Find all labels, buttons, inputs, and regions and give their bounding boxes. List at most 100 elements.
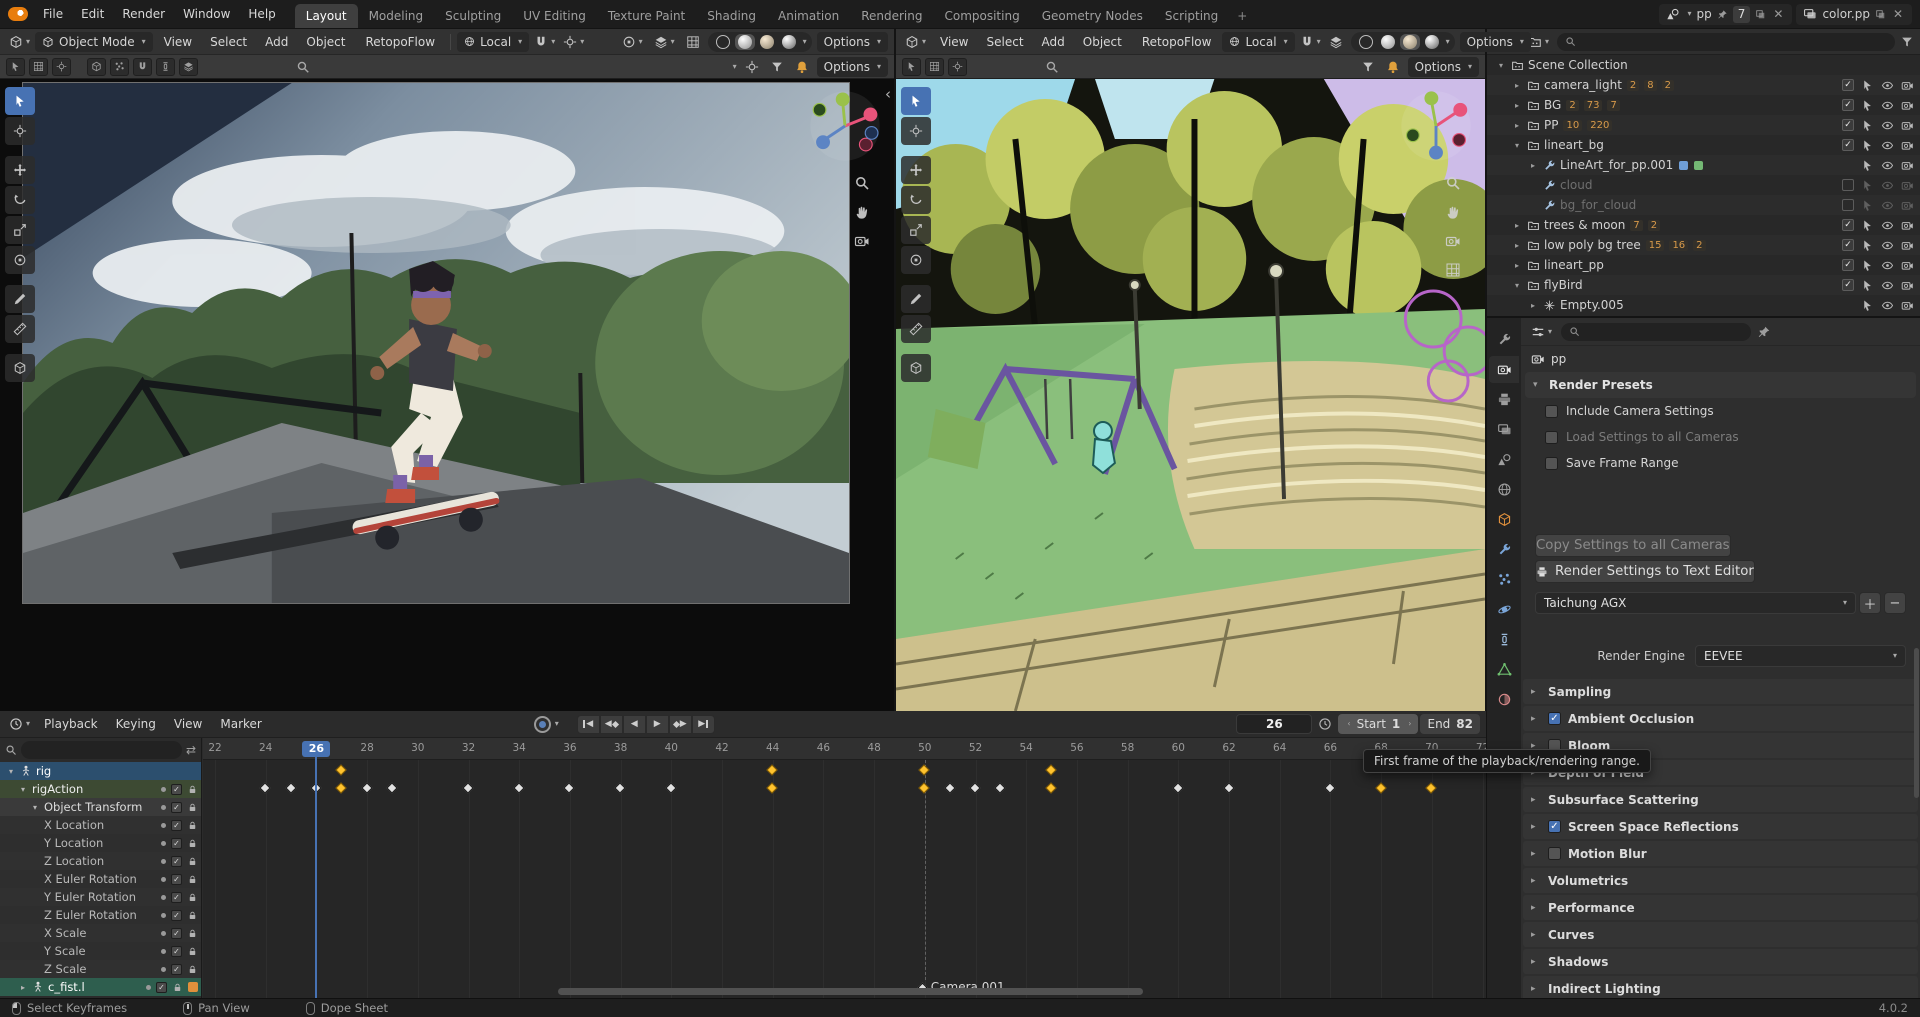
tool-move-button[interactable]: [5, 156, 35, 184]
selectable-icon[interactable]: [1861, 299, 1874, 312]
zoom-icon[interactable]: [854, 175, 870, 191]
exclude-checkbox[interactable]: ✓: [1842, 219, 1854, 231]
channel-enable-checkbox[interactable]: ✓: [171, 784, 182, 795]
search-icon[interactable]: [1045, 60, 1059, 74]
menu-window[interactable]: Window: [174, 0, 239, 28]
workspace-tab-shading[interactable]: Shading: [696, 4, 767, 28]
channel-z-location[interactable]: Z Location✓: [0, 852, 201, 870]
expand-icon[interactable]: ▸: [1511, 241, 1523, 250]
exclude-checkbox[interactable]: ✓: [1842, 279, 1854, 291]
hide-eye-icon[interactable]: [1881, 199, 1894, 212]
blender-logo-icon[interactable]: [8, 7, 28, 21]
remove-preset-button[interactable]: −: [1884, 592, 1906, 614]
overlays-toggle[interactable]: ▾: [651, 32, 678, 52]
keyframe[interactable]: [767, 764, 778, 775]
pan-hand-icon[interactable]: [1445, 204, 1461, 220]
selectable-icon[interactable]: [1861, 199, 1874, 212]
outliner-row-trees-moon[interactable]: ▸trees & moon72✓: [1487, 215, 1920, 235]
lock-icon[interactable]: [187, 964, 198, 975]
new-view-layer-icon[interactable]: [1875, 9, 1886, 20]
keyframe[interactable]: [1223, 782, 1234, 793]
channel-visibility-dot[interactable]: [161, 787, 166, 792]
lock-icon[interactable]: [172, 982, 183, 993]
properties-tab-render[interactable]: [1489, 356, 1519, 383]
hide-eye-icon[interactable]: [1881, 99, 1894, 112]
outliner-row-cloud[interactable]: cloud: [1487, 175, 1920, 195]
tool-annotate-button[interactable]: [5, 285, 35, 313]
scrollbar[interactable]: [1914, 648, 1919, 798]
scene-selector[interactable]: ▾ pp 7 ✕: [1659, 4, 1792, 25]
channel-enable-checkbox[interactable]: ✓: [171, 820, 182, 831]
keyframe[interactable]: [564, 782, 575, 793]
menu-help[interactable]: Help: [239, 0, 284, 28]
channel-rig[interactable]: ▾rig: [0, 762, 201, 780]
outliner-search-input[interactable]: [1557, 33, 1895, 51]
properties-tab-view-layer[interactable]: [1489, 416, 1519, 443]
workspace-tab-geometry-nodes[interactable]: Geometry Nodes: [1031, 4, 1154, 28]
keying-set-dropdown[interactable]: ▾: [555, 720, 559, 728]
lock-icon[interactable]: [187, 892, 198, 903]
outliner-row-lineart-for-pp-001[interactable]: ▸LineArt_for_pp.001: [1487, 155, 1920, 175]
vertex-mask-toggle[interactable]: [110, 58, 129, 76]
selectable-icon[interactable]: [1861, 99, 1874, 112]
increment-arrow-icon[interactable]: ›: [1408, 720, 1411, 728]
horizontal-scrollbar[interactable]: [558, 988, 1143, 995]
channel-c-fist-l[interactable]: ▸c_fist.l✓: [0, 978, 201, 996]
expand-icon[interactable]: ▸: [1511, 121, 1523, 130]
shading-solid-button[interactable]: [1378, 34, 1398, 50]
keyframe-area[interactable]: 2224262830323436384042444648505254565860…: [203, 738, 1486, 998]
menu-keying[interactable]: Keying: [107, 710, 165, 738]
properties-tab-world[interactable]: [1489, 476, 1519, 503]
keyframe[interactable]: [919, 764, 930, 775]
selectable-icon[interactable]: [1861, 239, 1874, 252]
channel-enable-checkbox[interactable]: ✓: [171, 964, 182, 975]
keyframe[interactable]: [1375, 782, 1386, 793]
keyframe[interactable]: [260, 782, 271, 793]
keyframe[interactable]: [1045, 782, 1056, 793]
channel-y-scale[interactable]: Y Scale✓: [0, 942, 201, 960]
viewport-canvas-left[interactable]: ‹: [0, 79, 894, 711]
tool-annotate-button[interactable]: [901, 285, 931, 313]
add-workspace-button[interactable]: +: [1229, 4, 1255, 28]
lock-icon[interactable]: [187, 856, 198, 867]
transform-orientation-dropdown[interactable]: Local▾: [1222, 32, 1294, 52]
checkbox[interactable]: [1545, 457, 1558, 470]
frame-end-field[interactable]: End 82: [1420, 714, 1480, 734]
lock-icon[interactable]: [187, 874, 198, 885]
lock-icon[interactable]: [187, 802, 198, 813]
filter-icon[interactable]: [767, 57, 787, 77]
copy-settings-button[interactable]: Copy Settings to all Cameras: [1535, 534, 1731, 557]
channel-y-location[interactable]: Y Location✓: [0, 834, 201, 852]
keyframe[interactable]: [1426, 782, 1437, 793]
properties-tab-scene[interactable]: [1489, 446, 1519, 473]
unlink-scene-button[interactable]: ✕: [1771, 7, 1785, 21]
channel-visibility-dot[interactable]: [161, 859, 166, 864]
outliner-row-flybird[interactable]: ▾flyBird✓: [1487, 275, 1920, 295]
lock-icon[interactable]: [187, 946, 198, 957]
hide-eye-icon[interactable]: [1881, 219, 1894, 232]
chevron-down-icon[interactable]: ▾: [733, 63, 737, 71]
hide-eye-icon[interactable]: [1881, 79, 1894, 92]
exclude-checkbox[interactable]: ✓: [1842, 79, 1854, 91]
jump-to-start-button[interactable]: ◀: [577, 715, 600, 734]
pivot-point-button[interactable]: [742, 57, 762, 77]
properties-search-input[interactable]: [1561, 323, 1751, 341]
lock-icon[interactable]: [187, 928, 198, 939]
hide-eye-icon[interactable]: [1881, 119, 1894, 132]
menu-render[interactable]: Render: [113, 0, 174, 28]
properties-tab-modifiers[interactable]: [1489, 536, 1519, 563]
hide-eye-icon[interactable]: [1881, 179, 1894, 192]
panel-subsurface-scattering[interactable]: ▸Subsurface Scattering: [1523, 787, 1918, 812]
panel-performance[interactable]: ▸Performance: [1523, 895, 1918, 920]
editor-type-button[interactable]: ▾: [1528, 325, 1555, 339]
menu-marker[interactable]: Marker: [211, 710, 270, 738]
keyframe[interactable]: [944, 782, 955, 793]
channel-visibility-dot[interactable]: [161, 895, 166, 900]
mode-dropdown[interactable]: Object Mode▾: [35, 32, 153, 52]
tool-options-dropdown[interactable]: Options▾: [817, 57, 888, 77]
editor-type-button[interactable]: ▾: [6, 717, 33, 731]
properties-tab-object[interactable]: [1489, 506, 1519, 533]
outliner-row-lineart-pp[interactable]: ▸lineart_pp✓: [1487, 255, 1920, 275]
decrement-arrow-icon[interactable]: ‹: [1347, 720, 1350, 728]
workspace-tab-texture-paint[interactable]: Texture Paint: [597, 4, 696, 28]
